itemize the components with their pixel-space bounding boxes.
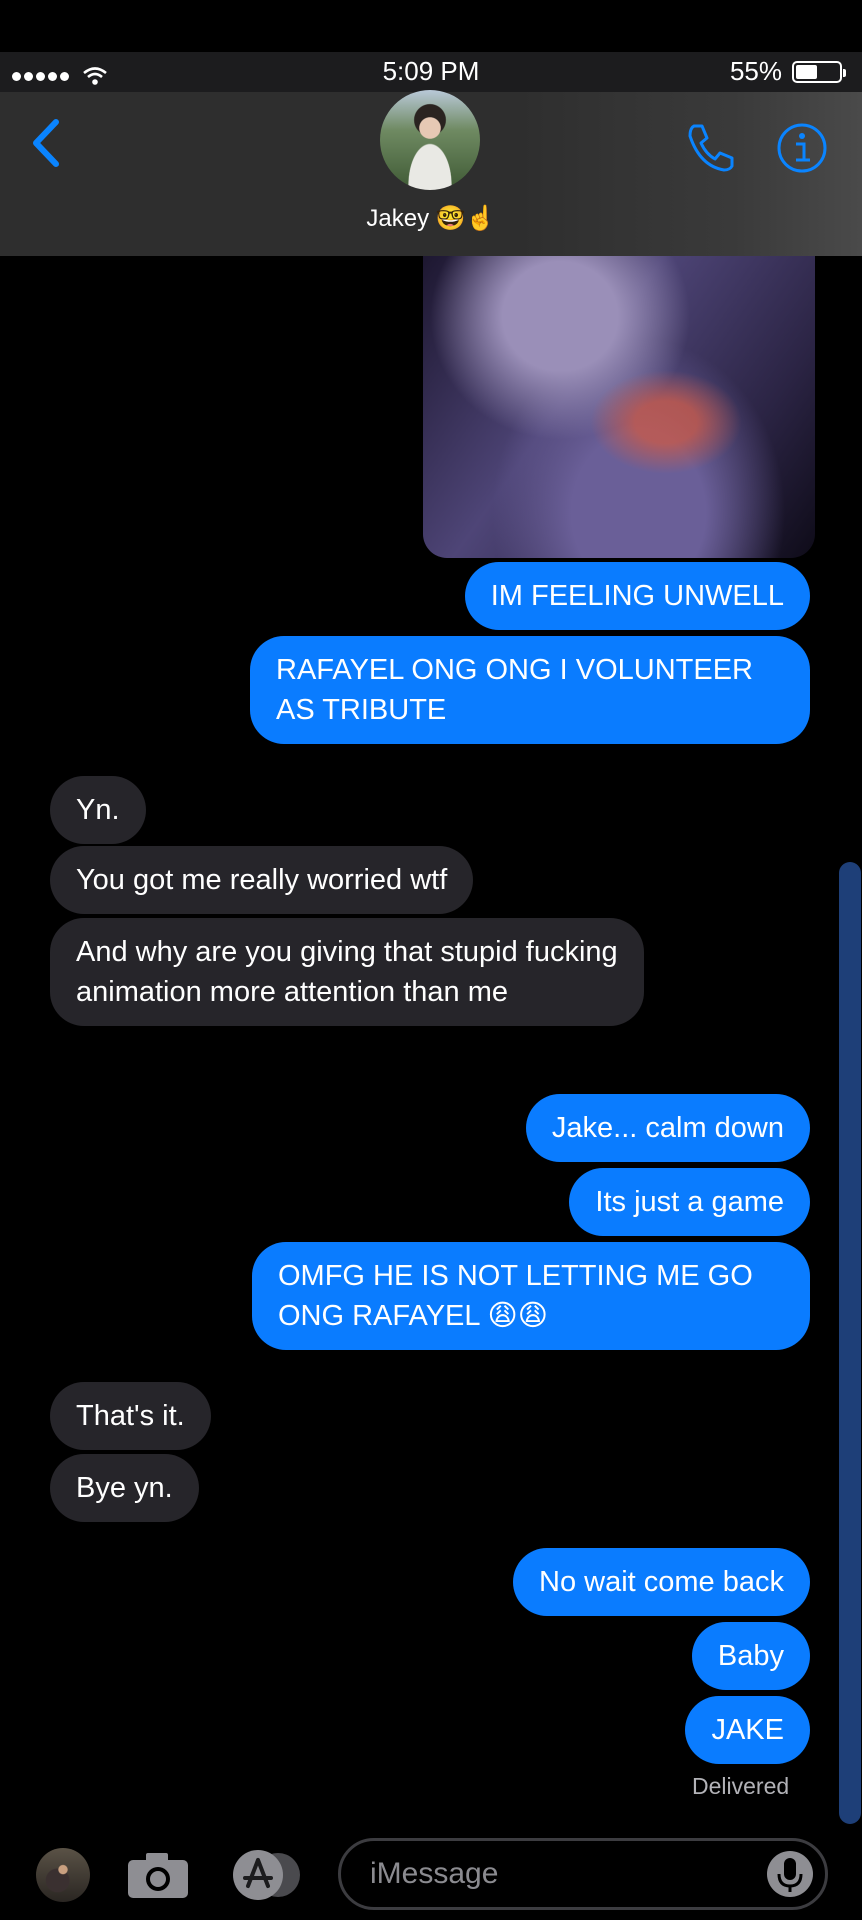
- message-bubble-sent[interactable]: Its just a game: [569, 1168, 810, 1236]
- image-attachment[interactable]: [423, 256, 815, 558]
- back-button[interactable]: [28, 118, 68, 173]
- chevron-left-icon: [33, 119, 59, 167]
- message-bubble-received[interactable]: Bye yn.: [50, 1454, 199, 1522]
- camera-button[interactable]: [126, 1850, 190, 1905]
- message-bubble-sent[interactable]: Baby: [691, 1622, 810, 1690]
- message-bubble-sent[interactable]: JAKE: [685, 1696, 810, 1764]
- message-bubble-sent[interactable]: Jake... calm down: [525, 1094, 810, 1162]
- phone-icon: [688, 124, 734, 172]
- scrollbar[interactable]: [839, 862, 861, 1824]
- message-bubble-received[interactable]: Yn.: [50, 776, 146, 844]
- battery-icon: [792, 61, 846, 83]
- call-button[interactable]: [684, 120, 738, 179]
- message-input-placeholder: iMessage: [370, 1857, 499, 1890]
- message-bubble-sent[interactable]: No wait come back: [513, 1548, 810, 1616]
- message-bubble-sent[interactable]: IM FEELING UNWELL: [464, 562, 810, 630]
- battery-percent: 55%: [729, 56, 782, 86]
- message-bubble-received[interactable]: You got me really worried wtf: [50, 846, 474, 914]
- info-icon: [777, 123, 827, 173]
- microphone-icon: [767, 1851, 813, 1897]
- delivered-status: Delivered: [692, 1773, 790, 1799]
- apps-button[interactable]: [230, 1848, 306, 1907]
- contact-avatar[interactable]: [380, 90, 480, 190]
- message-bubble-received[interactable]: That's it.: [50, 1382, 211, 1450]
- message-bubble-sent[interactable]: OMFG HE IS NOT LETTING ME GO ONG RAFAYEL…: [252, 1242, 810, 1350]
- photo-picker-thumbnail[interactable]: [36, 1848, 90, 1902]
- message-bubble-sent[interactable]: RAFAYEL ONG ONG I VOLUNTEER AS TRIBUTE: [250, 636, 810, 744]
- contact-name[interactable]: Jakey 🤓☝️: [0, 204, 862, 233]
- info-button[interactable]: [776, 122, 828, 179]
- camera-icon: [128, 1853, 188, 1898]
- message-bubble-received[interactable]: And why are you giving that stupid fucki…: [50, 918, 644, 1026]
- app-store-icon: [233, 1850, 300, 1900]
- dictation-button[interactable]: [766, 1850, 814, 1903]
